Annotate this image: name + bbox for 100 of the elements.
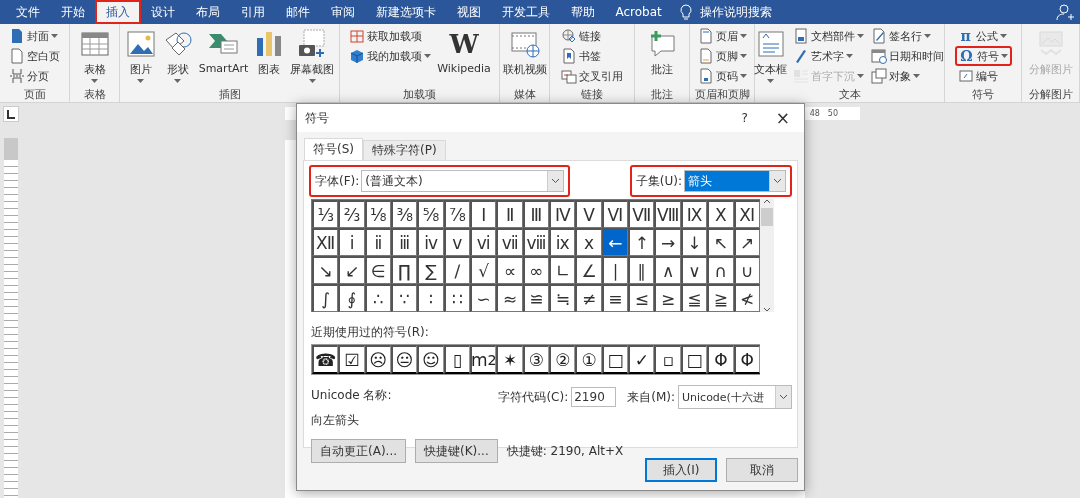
ribbon-button[interactable]: SmartArt [196, 26, 251, 86]
symbol-cell[interactable]: ≌ [522, 284, 550, 312]
symbol-cell[interactable]: ⅝ [417, 200, 444, 228]
ribbon-button[interactable]: 形状 [159, 26, 196, 86]
ribbon-button[interactable]: 表格 [76, 26, 113, 86]
ribbon-tab[interactable]: 开发工具 [490, 0, 561, 24]
symbol-cell[interactable]: ≠ [575, 284, 602, 312]
symbol-cell[interactable]: ⅱ [364, 228, 392, 256]
symbol-cell[interactable]: ⅓ [312, 200, 339, 228]
ribbon-button[interactable]: 图表 [251, 26, 288, 86]
ribbon-button[interactable]: 交叉引用 [558, 66, 626, 86]
ribbon-tab[interactable]: 布局 [184, 0, 231, 24]
symbol-cell[interactable]: ∪ [733, 256, 760, 284]
ribbon-tab[interactable]: 文件 [4, 0, 51, 24]
ribbon-tab[interactable]: Acrobat [604, 0, 673, 24]
symbol-cell[interactable]: ⅴ [443, 228, 471, 256]
symbol-cell[interactable]: ≧ [707, 284, 734, 312]
symbol-cell[interactable]: ⅰ [338, 228, 365, 256]
symbol-cell[interactable]: ∑ [417, 256, 444, 284]
symbol-cell[interactable]: ∵ [391, 284, 418, 312]
symbol-cell[interactable]: Ⅳ [549, 200, 576, 228]
symbol-cell[interactable]: ∈ [364, 256, 392, 284]
scrollbar-thumb[interactable] [760, 208, 773, 226]
recent-symbol[interactable]: ✓ [628, 345, 655, 374]
symbol-cell[interactable]: ≦ [680, 284, 708, 312]
ribbon-button[interactable]: 联机视频 [500, 26, 549, 86]
symbol-cell[interactable]: ⅞ [443, 200, 471, 228]
symbol-cell[interactable]: Ⅻ [312, 228, 339, 256]
symbol-cell[interactable]: ↗ [733, 228, 760, 256]
symbol-cell[interactable]: ← [601, 228, 629, 256]
symbol-cell[interactable]: ∝ [496, 256, 523, 284]
symbol-cell[interactable]: ∠ [575, 256, 602, 284]
symbol-cell[interactable]: Ⅷ [654, 200, 681, 228]
symbol-cell[interactable]: ∟ [549, 256, 576, 284]
dialog-button[interactable]: 快捷键(K)... [415, 439, 498, 463]
recent-symbol[interactable]: ② [549, 345, 576, 374]
symbol-cell[interactable]: Ⅱ [496, 200, 523, 228]
symbol-cell[interactable]: ∩ [707, 256, 734, 284]
ribbon-button[interactable]: 链接 [558, 26, 626, 46]
ribbon-button[interactable]: 屏幕截图 [288, 26, 337, 86]
dialog-button[interactable]: 插入(I) [645, 458, 717, 482]
symbol-cell[interactable]: Ⅺ [733, 200, 760, 228]
ribbon-button[interactable]: 文本框 [752, 26, 789, 86]
symbol-cell[interactable]: ⅵ [470, 228, 497, 256]
ribbon-tab[interactable]: 帮助 [559, 0, 606, 24]
ribbon-button[interactable]: 日期和时间 [868, 46, 947, 66]
ribbon-tab[interactable]: 审阅 [319, 0, 366, 24]
symbol-cell[interactable]: ↘ [312, 256, 339, 284]
recent-symbol[interactable]: ▯ [443, 345, 471, 374]
character-code-field[interactable]: 2190 [571, 387, 617, 407]
recent-symbol[interactable]: ✶ [496, 345, 523, 374]
symbol-cell[interactable]: ↖ [707, 228, 734, 256]
ribbon-tab[interactable]: 引用 [229, 0, 276, 24]
symbol-cell[interactable]: ∴ [364, 284, 392, 312]
ribbon-button[interactable]: 封面 [6, 26, 63, 46]
symbol-cell[interactable]: Ⅹ [707, 200, 734, 228]
symbol-cell[interactable]: ∷ [443, 284, 471, 312]
recent-symbol[interactable]: ☑ [338, 345, 365, 374]
symbol-cell[interactable]: ↑ [628, 228, 655, 256]
ribbon-button[interactable]: 书签 [558, 46, 626, 66]
ribbon-tab[interactable]: 邮件 [274, 0, 321, 24]
ribbon-button[interactable]: 签名行 [868, 26, 947, 46]
ribbon-tab[interactable]: 插入 [94, 0, 141, 24]
dialog-button[interactable]: 自动更正(A)... [311, 439, 406, 463]
recent-symbol[interactable]: ① [575, 345, 602, 374]
symbol-cell[interactable]: ∫ [312, 284, 339, 312]
ribbon-button[interactable]: 文档部件 [790, 26, 867, 46]
ribbon-button[interactable]: π 公式 [954, 26, 1012, 46]
symbol-cell[interactable]: ⅳ [417, 228, 444, 256]
ribbon-tab[interactable]: 开始 [49, 0, 96, 24]
symbol-cell[interactable]: ↙ [338, 256, 365, 284]
ribbon-button[interactable]: 我的加载项 [346, 46, 435, 66]
symbol-cell[interactable]: ≒ [549, 284, 576, 312]
symbol-cell[interactable]: Ⅶ [628, 200, 655, 228]
symbol-cell[interactable]: ∕ [443, 256, 471, 284]
symbol-cell[interactable]: → [654, 228, 681, 256]
symbol-cell[interactable]: ⅷ [522, 228, 550, 256]
symbol-cell[interactable]: Ⅴ [575, 200, 602, 228]
ribbon-button[interactable]: 获取加载项 [346, 26, 435, 46]
symbol-cell[interactable]: ≤ [628, 284, 655, 312]
ribbon-button[interactable]: 艺术字 [790, 46, 867, 66]
ribbon-button[interactable]: 分页 [6, 66, 63, 86]
dialog-tab[interactable]: 特殊字符(P) [363, 140, 446, 160]
ribbon-button[interactable]: 页脚 [694, 46, 750, 66]
font-dropdown[interactable]: (普通文本) [361, 170, 565, 192]
ribbon-button[interactable]: 空白页 [6, 46, 63, 66]
recent-symbol[interactable]: ③ [522, 345, 550, 374]
symbol-cell[interactable]: ∞ [522, 256, 550, 284]
symbol-cell[interactable]: ≈ [496, 284, 523, 312]
recent-symbol[interactable]: ☹ [364, 345, 392, 374]
symbol-cell[interactable]: ∮ [338, 284, 365, 312]
symbol-cell[interactable]: √ [470, 256, 497, 284]
ribbon-button[interactable]: 对象 [868, 66, 947, 86]
dialog-tab[interactable]: 符号(S) [304, 138, 363, 160]
symbol-cell[interactable]: ⅶ [496, 228, 523, 256]
recent-symbol[interactable]: ▫ [654, 345, 681, 374]
ribbon-tab[interactable]: 视图 [445, 0, 492, 24]
symbol-cell[interactable]: ↓ [680, 228, 708, 256]
ribbon-button[interactable]: 图片 [122, 26, 159, 86]
from-dropdown[interactable]: Unicode(十六进 [678, 385, 792, 409]
